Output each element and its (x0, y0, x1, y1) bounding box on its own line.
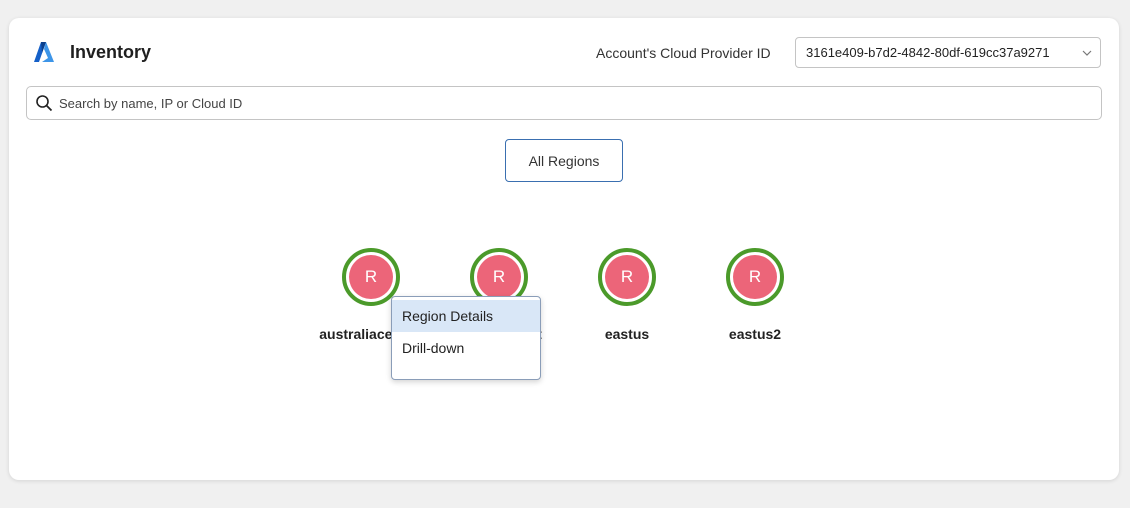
region-node-icon[interactable]: R (598, 248, 656, 306)
azure-logo-icon (34, 42, 54, 62)
menu-item-drill-down[interactable]: Drill-down (392, 332, 540, 364)
region-name: eastus2 (728, 326, 782, 342)
all-regions-button[interactable]: All Regions (505, 139, 623, 182)
menu-item-region-details[interactable]: Region Details (392, 300, 540, 332)
region-initial: R (477, 255, 521, 299)
region-node-icon[interactable]: R (726, 248, 784, 306)
inventory-card: Inventory Account's Cloud Provider ID 31… (9, 18, 1119, 480)
region-initial: R (733, 255, 777, 299)
region-initial: R (605, 255, 649, 299)
region-name: eastus (604, 326, 650, 342)
region-context-menu: Region Details Drill-down (391, 296, 541, 380)
region-initial: R (349, 255, 393, 299)
region-node: R eastus2 (698, 248, 818, 348)
search-input[interactable] (59, 91, 1089, 115)
page-title: Inventory (70, 42, 152, 62)
account-id-value: 3161e409-b7d2-4842-80df-619cc37a9271 (806, 45, 1050, 60)
account-id-select[interactable]: 3161e409-b7d2-4842-80df-619cc37a9271 (795, 37, 1101, 68)
chevron-down-icon (1082, 50, 1092, 56)
search-bar[interactable] (26, 86, 1102, 120)
account-id-label: Account's Cloud Provider ID (596, 45, 771, 61)
region-node: R eastus (570, 248, 690, 348)
search-icon (36, 95, 53, 112)
